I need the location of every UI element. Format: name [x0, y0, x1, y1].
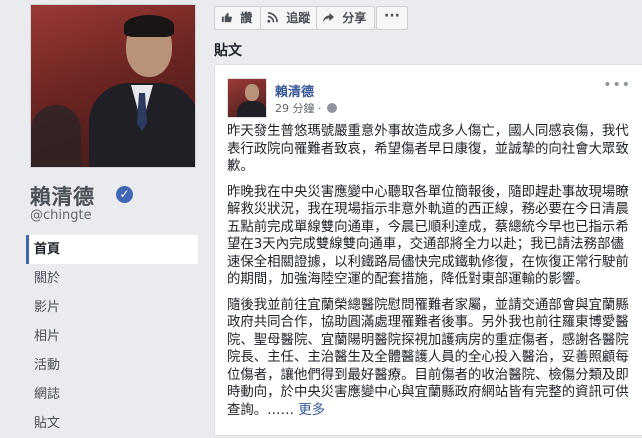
posts-section-heading: 貼文	[214, 43, 242, 59]
share-button[interactable]: 分享	[316, 6, 376, 30]
post-card: 賴清德 29 分鐘 · ••• 昨天發生普悠瑪號嚴重意外事故造成多人傷亡，國人同…	[214, 64, 642, 436]
post-author-avatar[interactable]	[227, 78, 267, 118]
thumbs-up-icon	[221, 11, 236, 25]
share-button-label: 分享	[342, 11, 367, 25]
like-button[interactable]: 讚	[214, 6, 262, 30]
rss-icon	[267, 11, 282, 25]
verified-badge-icon: ✓	[116, 186, 133, 203]
page-name: 賴清德	[30, 185, 95, 209]
like-button-label: 讚	[240, 11, 253, 25]
nav-item-videos[interactable]: 影片	[26, 293, 198, 322]
follow-button-label: 追蹤	[286, 11, 311, 25]
see-more-link[interactable]: 更多	[298, 403, 325, 418]
post-paragraph: 昨晚我在中央災害應變中心聽取各單位簡報後，隨即趕赴事故現場瞭解救災狀況，我在現場…	[227, 184, 629, 288]
post-paragraph-text: 隨後我並前往宜蘭榮總醫院慰問罹難者家屬，並請交通部會與宜蘭縣政府共同合作，協助圓…	[227, 297, 629, 418]
ellipsis: ……	[267, 402, 294, 418]
post-author-name[interactable]: 賴清德	[275, 81, 314, 100]
nav-item-home[interactable]: 首頁	[26, 235, 198, 264]
post-time-text: 29 分鐘 ·	[275, 102, 322, 115]
post-paragraph: 隨後我並前往宜蘭榮總醫院慰問罹難者家屬，並請交通部會與宜蘭縣政府共同合作，協助圓…	[227, 297, 631, 420]
page-username[interactable]: @chingte	[30, 208, 92, 223]
profile-photo[interactable]	[30, 4, 196, 168]
post-paragraph: 昨天發生普悠瑪號嚴重意外事故造成多人傷亡，國人同感哀傷，我代表行政院向罹難者致哀…	[227, 124, 629, 174]
post-timestamp[interactable]: 29 分鐘 ·	[275, 100, 337, 116]
post-body: 昨天發生普悠瑪號嚴重意外事故造成多人傷亡，國人同感哀傷，我代表行政院向罹難者致哀…	[227, 123, 631, 427]
nav-item-events[interactable]: 活動	[26, 351, 198, 380]
nav-item-notes[interactable]: 網誌	[26, 380, 198, 409]
nav-item-posts[interactable]: 貼文	[26, 409, 198, 438]
nav-item-about[interactable]: 關於	[26, 264, 198, 293]
nav-item-photos[interactable]: 相片	[26, 322, 198, 351]
follow-button[interactable]: 追蹤	[260, 6, 320, 30]
share-arrow-icon	[323, 11, 338, 25]
post-options-icon[interactable]: •••	[603, 77, 631, 93]
globe-icon	[327, 103, 337, 113]
more-options-button[interactable]: ···	[376, 6, 408, 30]
left-nav: 首頁 關於 影片 相片 活動 網誌 貼文	[26, 235, 198, 438]
